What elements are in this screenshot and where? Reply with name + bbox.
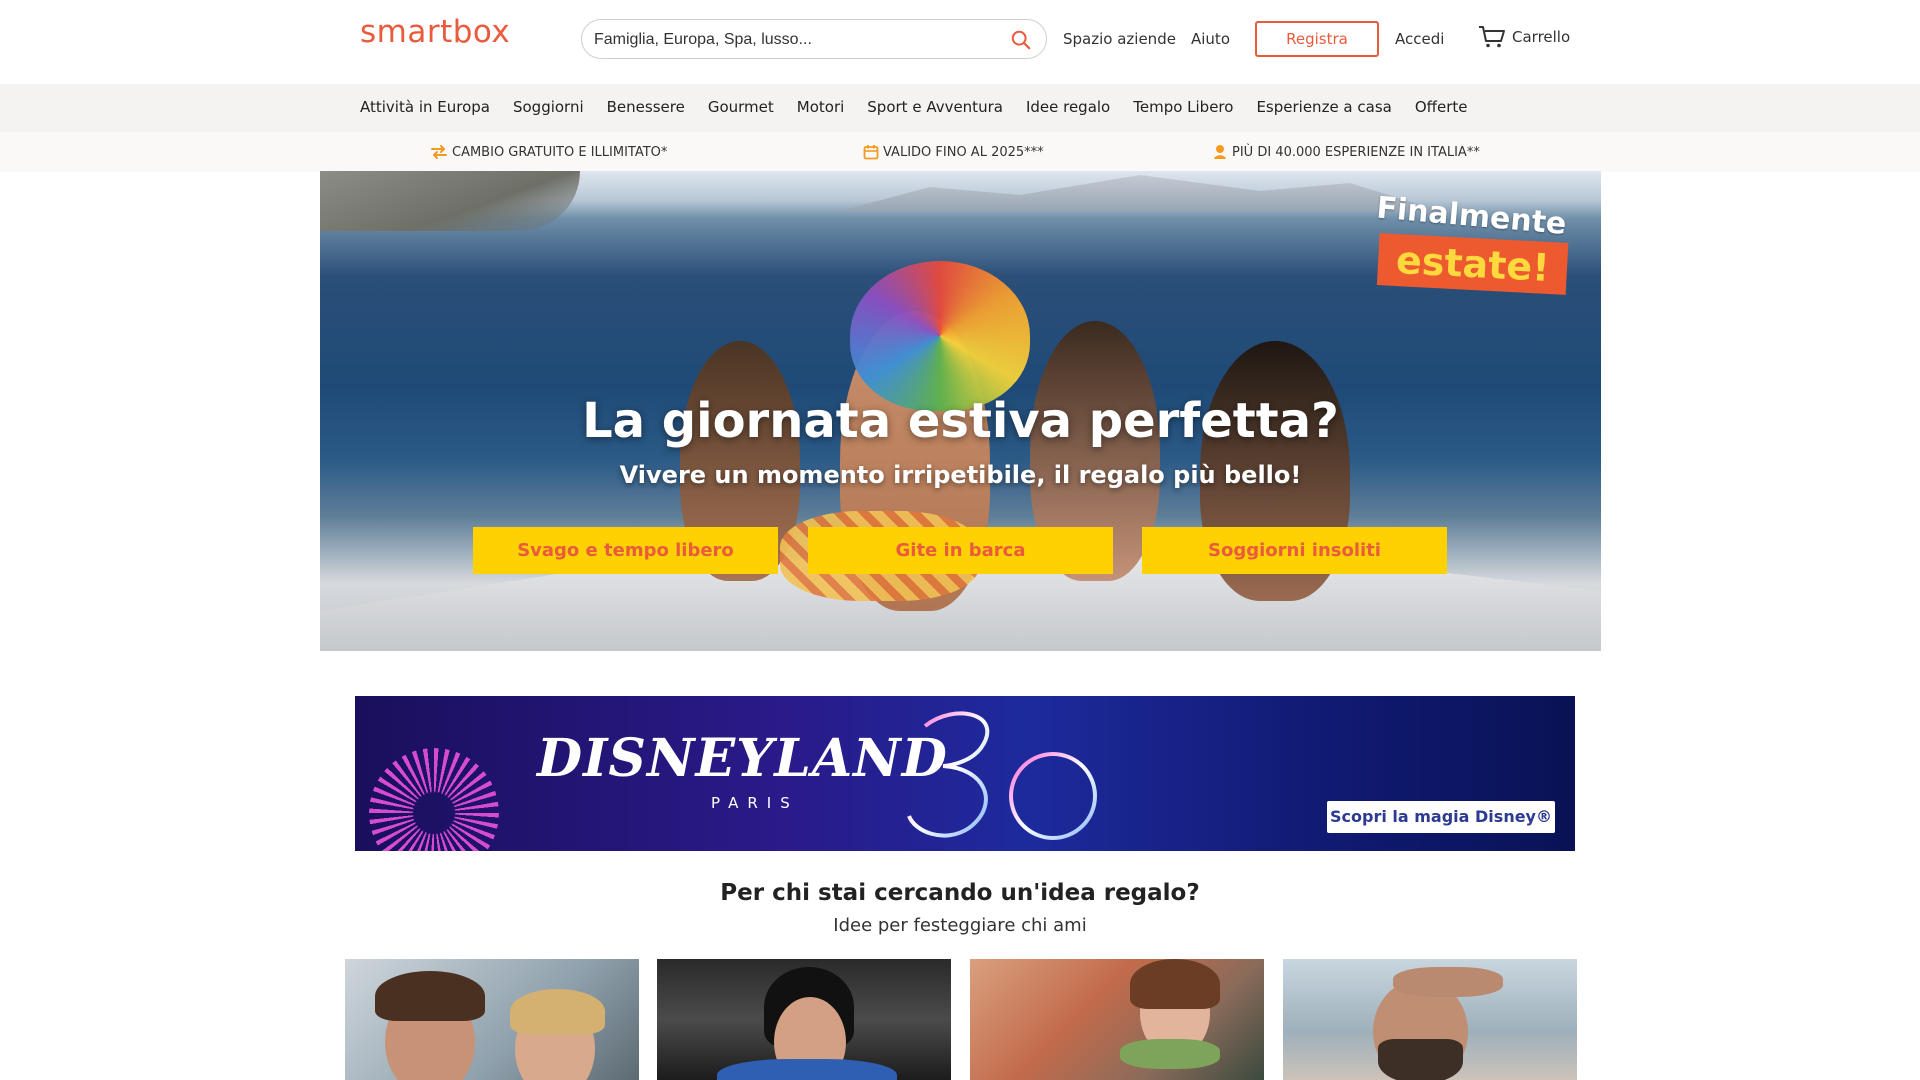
help-link[interactable]: Aiuto bbox=[1191, 30, 1230, 48]
gift-card-relax[interactable] bbox=[1283, 959, 1577, 1080]
svago-button[interactable]: Svago e tempo libero bbox=[473, 527, 778, 574]
soggiorni-insoliti-button[interactable]: Soggiorni insoliti bbox=[1142, 527, 1447, 574]
hero-title: La giornata estiva perfetta? bbox=[582, 393, 1339, 449]
card-photo-hair bbox=[510, 989, 605, 1034]
hero-photo-mountains bbox=[840, 175, 1440, 211]
benefit-validity: VALIDO FINO AL 2025*** bbox=[863, 144, 1044, 160]
disney-promo-banner[interactable]: DISNEYLAND PARIS 30 Scopri la magia Disn… bbox=[355, 696, 1575, 851]
search-input[interactable] bbox=[594, 28, 994, 52]
card-photo-hair bbox=[375, 971, 485, 1021]
benefit-experiences-text: PIÙ DI 40.000 ESPERIENZE IN ITALIA** bbox=[1232, 145, 1480, 160]
benefit-experiences: PIÙ DI 40.000 ESPERIENZE IN ITALIA** bbox=[1212, 144, 1480, 161]
card-photo-racing-suit bbox=[717, 1059, 897, 1080]
site-header: smartbox Spazio aziende Aiuto Registra A… bbox=[0, 0, 1920, 84]
gift-section-title: Per chi stai cercando un'idea regalo? bbox=[720, 880, 1200, 906]
benefit-exchange: CAMBIO GRATUITO E ILLIMITATO* bbox=[430, 144, 667, 160]
gift-card-couple[interactable] bbox=[345, 959, 639, 1080]
location-person-icon bbox=[1214, 145, 1226, 159]
gift-card-gourmet[interactable] bbox=[970, 959, 1264, 1080]
disney-magic-button[interactable]: Scopri la magia Disney® bbox=[1327, 801, 1555, 833]
hero-photo-cliffs bbox=[320, 171, 580, 231]
nav-item-benessere[interactable]: Benessere bbox=[607, 98, 685, 116]
card-photo-beard bbox=[1378, 1039, 1463, 1080]
calendar-icon bbox=[863, 145, 879, 160]
svg-text:30: 30 bbox=[1000, 783, 1002, 785]
nav-item-esperienze-casa[interactable]: Esperienze a casa bbox=[1256, 98, 1391, 116]
benefit-validity-text: VALIDO FINO AL 2025*** bbox=[883, 144, 1044, 160]
nav-item-idee-regalo[interactable]: Idee regalo bbox=[1026, 98, 1110, 116]
hero-banner[interactable]: Finalmente estate! La giornata estiva pe… bbox=[320, 171, 1601, 651]
summer-sticker: Finalmente estate! bbox=[1369, 190, 1578, 317]
cart-label: Carrello bbox=[1512, 28, 1571, 46]
benefits-bar: CAMBIO GRATUITO E ILLIMITATO* VALIDO FIN… bbox=[0, 132, 1920, 172]
thirty-anniversary-graphic: 30 bbox=[907, 711, 1097, 840]
exchange-arrows-icon bbox=[431, 145, 447, 159]
nav-item-offerte[interactable]: Offerte bbox=[1415, 98, 1468, 116]
nav-item-tempo-libero[interactable]: Tempo Libero bbox=[1133, 98, 1233, 116]
hero-photo-hat bbox=[850, 261, 1030, 411]
cart-icon bbox=[1479, 26, 1505, 48]
search-icon[interactable] bbox=[1010, 29, 1032, 51]
cart-link[interactable]: Carrello bbox=[1478, 25, 1570, 49]
nav-item-attivita-europa[interactable]: Attività in Europa bbox=[360, 98, 490, 116]
gift-card-racing[interactable] bbox=[657, 959, 951, 1080]
nav-item-gourmet[interactable]: Gourmet bbox=[708, 98, 774, 116]
register-button[interactable]: Registra bbox=[1255, 21, 1379, 57]
nav-item-soggiorni[interactable]: Soggiorni bbox=[513, 98, 584, 116]
nav-item-motori[interactable]: Motori bbox=[797, 98, 845, 116]
search-bar[interactable] bbox=[581, 19, 1047, 59]
card-photo-arm bbox=[1393, 967, 1503, 997]
category-nav: Attività in Europa Soggiorni Benessere G… bbox=[0, 84, 1920, 132]
benefit-exchange-text: CAMBIO GRATUITO E ILLIMITATO* bbox=[452, 144, 668, 160]
business-space-link[interactable]: Spazio aziende bbox=[1063, 30, 1176, 48]
nav-item-sport-avventura[interactable]: Sport e Avventura bbox=[867, 98, 1003, 116]
firework-graphic bbox=[369, 748, 499, 851]
gite-barca-button[interactable]: Gite in barca bbox=[808, 527, 1113, 574]
smartbox-logo[interactable]: smartbox bbox=[360, 14, 510, 50]
disneyland-paris-text: PARIS bbox=[711, 794, 799, 812]
hero-subtitle: Vivere un momento irripetibile, il regal… bbox=[619, 461, 1302, 489]
login-link[interactable]: Accedi bbox=[1395, 30, 1444, 48]
sticker-line2: estate! bbox=[1376, 233, 1569, 295]
card-photo-food bbox=[1120, 1039, 1220, 1069]
card-photo-hair bbox=[1130, 959, 1220, 1009]
gift-section-subtitle: Idee per festeggiare chi ami bbox=[833, 915, 1087, 936]
